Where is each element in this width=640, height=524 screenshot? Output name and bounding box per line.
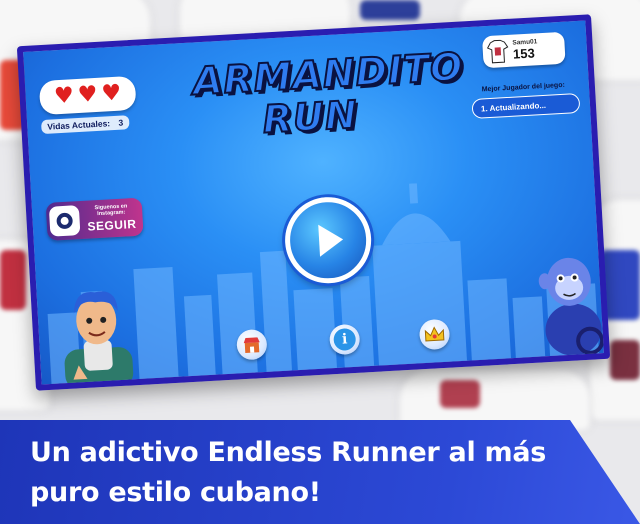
crown-icon — [424, 326, 445, 342]
lives-value: 3 — [118, 117, 124, 128]
game-screen: ♥ ♥ ♥ Vidas Actuales: 3 Siguenos en Inst… — [16, 14, 611, 391]
heart-icon: ♥ — [100, 80, 122, 107]
instagram-icon — [48, 205, 81, 237]
game-title: ARMANDITO RUN — [191, 43, 466, 145]
heart-icon: ♥ — [53, 83, 75, 110]
instagram-caption: Siguenos en Instagram: — [94, 203, 128, 218]
promo-banner — [0, 420, 640, 524]
hearts-box: ♥ ♥ ♥ — [38, 75, 137, 116]
play-icon — [318, 223, 344, 257]
banner-line-2: puro estilo cubano! — [30, 477, 321, 508]
monkey-character — [538, 257, 605, 356]
heart-icon: ♥ — [77, 81, 99, 108]
boy-character — [64, 291, 134, 390]
player-card[interactable]: Samu01 153 — [481, 31, 566, 69]
best-player-label: Mejor Jugador del juego: — [481, 81, 566, 94]
tshirt-avatar-icon — [486, 39, 509, 64]
player-score: 153 — [512, 45, 536, 62]
lives-panel: ♥ ♥ ♥ Vidas Actuales: 3 — [38, 75, 140, 135]
background-print — [0, 250, 26, 310]
lives-label-box: Vidas Actuales: 3 — [40, 115, 130, 135]
info-icon: i — [333, 327, 357, 352]
background-print — [610, 340, 640, 380]
banner-line-1: Un adictivo Endless Runner al más — [30, 437, 547, 468]
instagram-follow-button[interactable]: Siguenos en Instagram: SEGUIR — [45, 197, 144, 241]
background-print — [360, 0, 420, 20]
best-player-value[interactable]: 1. Actualizando... — [471, 92, 581, 119]
shop-icon — [243, 337, 260, 354]
follow-label: SEGUIR — [87, 216, 137, 234]
background-print — [440, 380, 480, 408]
lives-label: Vidas Actuales: — [47, 118, 111, 132]
